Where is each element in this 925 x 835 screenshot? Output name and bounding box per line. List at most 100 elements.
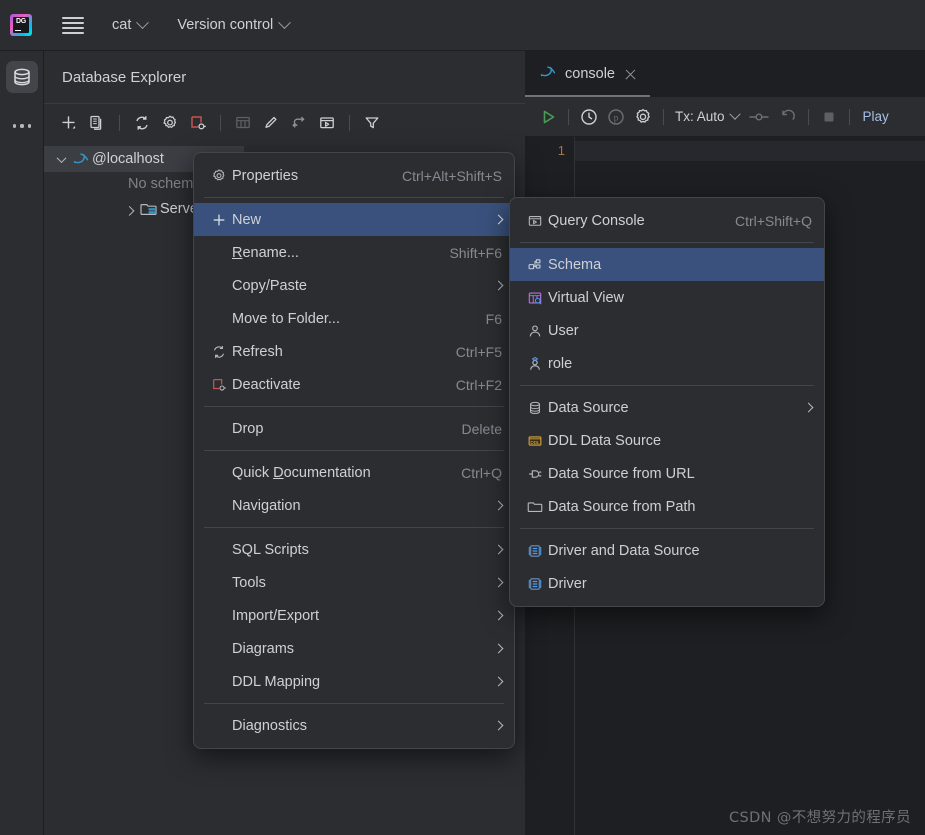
csdn-watermark: CSDN @不想努力的程序员 <box>728 810 911 826</box>
database-explorer-toolbar <box>44 104 525 142</box>
menu-item-deactivate[interactable]: Deactivate Ctrl+F2 <box>194 368 514 401</box>
submenu-item-schema[interactable]: Schema <box>510 248 824 281</box>
rail-more-icon[interactable] <box>6 113 38 139</box>
filter-icon[interactable] <box>359 110 385 136</box>
submenu-item-label: Data Source from URL <box>548 465 695 482</box>
rail-item-database-explorer[interactable] <box>6 61 38 93</box>
toolbar-divider <box>568 108 569 125</box>
menu-item-sql-scripts[interactable]: SQL Scripts <box>194 533 514 566</box>
menu-item-ddl-mapping[interactable]: DDL Mapping <box>194 665 514 698</box>
history-icon[interactable] <box>576 104 602 130</box>
new-submenu: Query Console Ctrl+Shift+Q Schema Virtua… <box>509 197 825 607</box>
submenu-item-user[interactable]: User <box>510 314 824 347</box>
submenu-item-label: Driver <box>548 575 587 592</box>
main-menu-icon[interactable] <box>60 12 86 38</box>
chevron-right-icon <box>492 577 504 588</box>
chevron-down-icon <box>728 108 741 120</box>
transaction-mode-label: Tx: Auto <box>675 109 725 124</box>
project-selector[interactable]: cat <box>108 12 151 38</box>
tab-console[interactable]: console <box>525 51 650 97</box>
menu-item-shortcut: Ctrl+F2 <box>455 376 502 393</box>
menu-item-label: SQL Scripts <box>232 541 309 558</box>
gear-icon <box>206 168 232 184</box>
submenu-item-data-source[interactable]: Data Source <box>510 391 824 424</box>
chevron-right-icon <box>492 500 504 511</box>
menu-item-tools[interactable]: Tools <box>194 566 514 599</box>
refresh-icon[interactable] <box>129 110 155 136</box>
submenu-item-ddl-data-source[interactable]: DDL DDL Data Source <box>510 424 824 457</box>
submenu-item-role[interactable]: role <box>510 347 824 380</box>
jump-to-icon[interactable] <box>286 110 312 136</box>
submenu-item-data-source-from-path[interactable]: Data Source from Path <box>510 490 824 523</box>
toolbar-divider <box>119 115 120 131</box>
driver-icon <box>522 576 548 592</box>
chevron-right-icon[interactable] <box>120 205 138 216</box>
chevron-right-icon <box>492 720 504 731</box>
menu-item-new[interactable]: New <box>194 203 514 236</box>
menu-item-quick-documentation[interactable]: Quick Documentation Ctrl+Q <box>194 456 514 489</box>
execute-run-icon[interactable] <box>535 104 561 130</box>
menu-separator <box>520 385 814 386</box>
menu-item-refresh[interactable]: Refresh Ctrl+F5 <box>194 335 514 368</box>
submenu-item-virtual-view[interactable]: Virtual View <box>510 281 824 314</box>
play-label[interactable]: Play <box>857 109 889 124</box>
deactivate-icon[interactable] <box>185 110 211 136</box>
submenu-item-data-source-from-url[interactable]: Data Source from URL <box>510 457 824 490</box>
window-titlebar: DG cat Version control <box>0 0 925 51</box>
menu-item-label: Navigation <box>232 497 301 514</box>
project-name: cat <box>112 17 132 33</box>
menu-separator <box>204 406 504 407</box>
caret-row-highlight <box>575 141 925 161</box>
transaction-mode-selector[interactable]: Tx: Auto <box>671 108 743 124</box>
version-control-widget[interactable]: Version control <box>173 12 293 38</box>
data-source-icon <box>522 400 548 416</box>
duplicate-icon[interactable] <box>84 110 110 136</box>
menu-item-label: Deactivate <box>232 376 301 393</box>
menu-item-copy-paste[interactable]: Copy/Paste <box>194 269 514 302</box>
menu-item-shortcut: Ctrl+Q <box>461 464 502 481</box>
table-editor-icon[interactable] <box>230 110 256 136</box>
modify-pencil-icon[interactable] <box>258 110 284 136</box>
menu-item-label: Quick Documentation <box>232 464 371 481</box>
menu-separator <box>204 527 504 528</box>
stop-icon[interactable] <box>816 104 842 130</box>
submenu-item-query-console[interactable]: Query Console Ctrl+Shift+Q <box>510 204 824 237</box>
close-icon[interactable] <box>623 67 638 82</box>
open-console-icon[interactable] <box>314 110 340 136</box>
menu-separator <box>204 450 504 451</box>
chevron-right-icon <box>492 544 504 555</box>
console-toolbar: p Tx: Auto Play <box>525 97 925 137</box>
menu-item-shortcut: Delete <box>461 420 502 437</box>
submenu-item-driver[interactable]: Driver <box>510 567 824 600</box>
menu-item-drop[interactable]: Drop Delete <box>194 412 514 445</box>
menu-item-label: Rename... <box>232 244 299 261</box>
menu-item-properties[interactable]: Properties Ctrl+Alt+Shift+S <box>194 159 514 192</box>
submenu-item-label: Schema <box>548 256 602 273</box>
menu-separator <box>520 528 814 529</box>
menu-item-label: New <box>232 211 262 228</box>
menu-item-diagnostics[interactable]: Diagnostics <box>194 709 514 742</box>
version-control-label: Version control <box>177 17 274 33</box>
settings-gear-icon[interactable] <box>157 110 183 136</box>
menu-separator <box>204 703 504 704</box>
datagrip-window: DG cat Version control Database Explorer <box>0 0 925 835</box>
chevron-down-icon[interactable] <box>52 152 70 163</box>
menu-item-label: Properties <box>232 167 299 184</box>
commit-icon[interactable] <box>744 104 774 130</box>
menu-item-navigation[interactable]: Navigation <box>194 489 514 522</box>
submenu-item-label: Data Source <box>548 399 629 416</box>
rollback-icon[interactable] <box>775 104 801 130</box>
console-settings-gear-icon[interactable] <box>630 104 656 130</box>
parameters-icon[interactable]: p <box>603 104 629 130</box>
menu-item-diagrams[interactable]: Diagrams <box>194 632 514 665</box>
submenu-item-label: Query Console <box>548 212 645 229</box>
menu-item-move-to-folder[interactable]: Move to Folder... F6 <box>194 302 514 335</box>
menu-item-import-export[interactable]: Import/Export <box>194 599 514 632</box>
menu-item-rename[interactable]: Rename... Shift+F6 <box>194 236 514 269</box>
tab-label: console <box>565 66 615 82</box>
toolbar-divider <box>807 108 809 125</box>
submenu-item-driver-and-data-source[interactable]: Driver and Data Source <box>510 534 824 567</box>
add-new-icon[interactable] <box>56 110 82 136</box>
menu-item-shortcut: Shift+F6 <box>449 244 502 261</box>
schema-icon <box>522 257 548 273</box>
